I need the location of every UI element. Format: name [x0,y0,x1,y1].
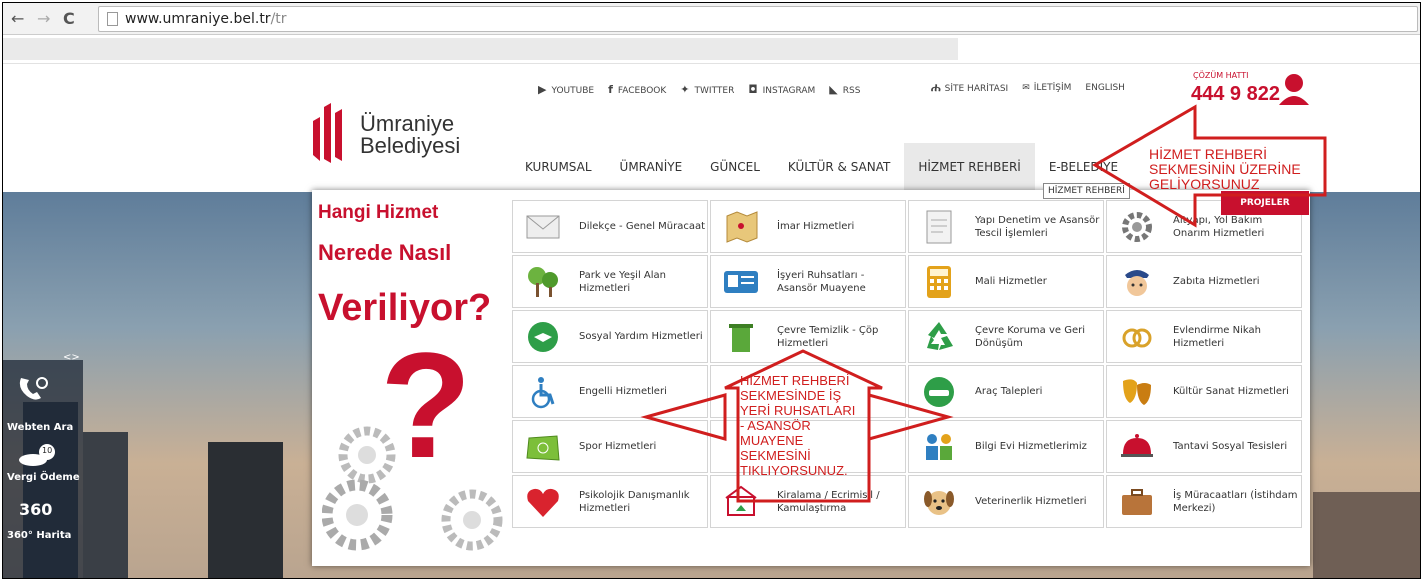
bookmarks-strip [3,36,1420,64]
annotation-top: HİZMET REHBERİ SEKMESİNİN ÜZERİNE GELİYO… [1149,146,1301,192]
screenshot-frame: ← → C www.umraniye.bel.tr/tr Ümraniye Be… [2,2,1421,579]
address-bar[interactable]: www.umraniye.bel.tr/tr [98,6,1418,32]
forward-button[interactable]: → [37,9,50,28]
reload-button[interactable]: C [63,9,75,28]
page-icon [107,12,118,26]
url-host: www.umraniye.bel.tr [125,11,271,27]
annotation-middle: HİZMET REHBERİ SEKMESİNDE İŞ YERİ RUHSAT… [740,373,856,478]
browser-toolbar: ← → C www.umraniye.bel.tr/tr [3,3,1420,35]
url-path: /tr [270,11,287,27]
back-button[interactable]: ← [11,9,24,28]
annotation-arrows [640,104,1327,503]
website: Ümraniye Belediyesi ▶ YOUTUBE f FACEBOOK ✦… [3,65,1420,578]
